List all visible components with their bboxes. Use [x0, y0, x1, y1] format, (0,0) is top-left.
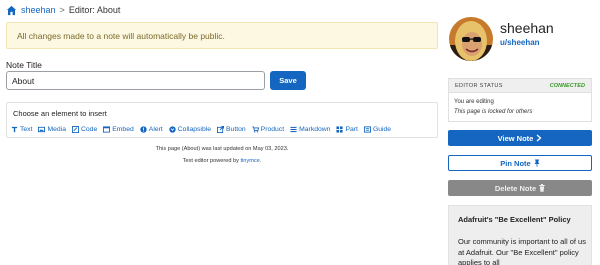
tinymce-link[interactable]: tinymce: [241, 158, 260, 164]
insert-panel-title: Choose an element to insert: [13, 109, 107, 118]
guide-icon: [363, 126, 371, 133]
last-updated-text: This page (About) was last updated on Ma…: [155, 146, 289, 152]
view-note-label: View Note: [497, 133, 534, 143]
powered-by-text: Text editor powered by tinymce.: [6, 158, 438, 164]
delete-note-button[interactable]: Delete Note: [448, 180, 592, 196]
insert-code-button[interactable]: Code: [71, 126, 98, 133]
insert-button-label: Button: [226, 126, 246, 133]
powered-by-prefix: Text editor powered by: [182, 158, 241, 164]
insert-alert-label: Alert: [148, 126, 163, 133]
breadcrumb-current: Editor: About: [68, 5, 121, 15]
product-icon: [252, 126, 259, 133]
profile-handle-link[interactable]: u/sheehan: [500, 38, 540, 47]
text-icon: [11, 126, 18, 133]
connection-status-badge: CONNECTED: [549, 82, 585, 89]
breadcrumb-user-link[interactable]: sheehan: [21, 5, 56, 15]
alert-icon: [140, 126, 147, 133]
avatar-image: [449, 17, 493, 61]
insert-product-label: Product: [260, 126, 285, 133]
insert-part-button[interactable]: Part: [336, 126, 358, 133]
embed-icon: [103, 126, 111, 133]
insert-markdown-button[interactable]: Markdown: [290, 126, 330, 133]
editor-status-box: EDITOR STATUS CONNECTED You are editing …: [448, 78, 592, 122]
collapsible-icon: [169, 126, 176, 133]
markdown-icon: [290, 126, 297, 133]
policy-title: Adafruit's "Be Excellent" Policy: [458, 215, 571, 224]
trash-icon: [539, 184, 545, 192]
breadcrumb-separator: >: [59, 5, 65, 15]
home-icon[interactable]: [6, 5, 17, 16]
part-icon: [336, 126, 344, 133]
code-icon: [71, 126, 79, 133]
chevron-right-icon: [536, 134, 542, 142]
avatar[interactable]: [449, 17, 493, 61]
insert-collapsible-button[interactable]: Collapsible: [169, 126, 211, 133]
button-icon: [217, 126, 225, 133]
insert-element-panel: Choose an element to insert Text Media C…: [6, 102, 438, 138]
pin-note-button[interactable]: Pin Note: [448, 155, 592, 171]
insert-part-label: Part: [345, 126, 358, 133]
insert-markdown-label: Markdown: [299, 126, 331, 133]
profile-username: sheehan: [500, 20, 554, 36]
editor-status-label: EDITOR STATUS: [455, 82, 503, 89]
save-button[interactable]: Save: [270, 71, 306, 90]
insert-collapsible-label: Collapsible: [177, 126, 212, 133]
note-title-input[interactable]: [6, 71, 265, 90]
media-icon: [38, 126, 46, 133]
editor-status-header: EDITOR STATUS CONNECTED: [449, 79, 591, 93]
editing-status-text: You are editing: [454, 99, 494, 105]
insert-button-button[interactable]: Button: [217, 126, 246, 133]
insert-text-label: Text: [20, 126, 33, 133]
insert-embed-label: Embed: [112, 126, 134, 133]
lock-status-text: This page is locked for others: [454, 109, 533, 115]
insert-code-label: Code: [80, 126, 98, 133]
public-notice: All changes made to a note will automati…: [6, 22, 438, 49]
insert-media-button[interactable]: Media: [38, 126, 66, 133]
view-note-button[interactable]: View Note: [448, 130, 592, 146]
insert-guide-button[interactable]: Guide: [363, 126, 392, 133]
public-notice-text: All changes made to a note will automati…: [17, 30, 225, 41]
insert-guide-label: Guide: [372, 126, 392, 133]
insert-toolbar: Text Media Code Embed Alert Collapsible …: [11, 126, 391, 133]
insert-alert-button[interactable]: Alert: [140, 126, 163, 133]
insert-embed-button[interactable]: Embed: [103, 126, 134, 133]
policy-box: Adafruit's "Be Excellent" Policy Our com…: [448, 205, 592, 265]
policy-body: Our community is important to all of us …: [458, 237, 586, 265]
pin-icon: [534, 159, 540, 167]
delete-note-label: Delete Note: [494, 183, 537, 193]
note-title-label: Note Title: [6, 60, 42, 70]
breadcrumb: sheehan > Editor: About: [6, 4, 120, 16]
pin-note-label: Pin Note: [500, 158, 531, 168]
insert-media-label: Media: [47, 126, 66, 133]
powered-by-suffix: .: [259, 158, 262, 164]
insert-product-button[interactable]: Product: [252, 126, 284, 133]
insert-text-button[interactable]: Text: [11, 126, 32, 133]
